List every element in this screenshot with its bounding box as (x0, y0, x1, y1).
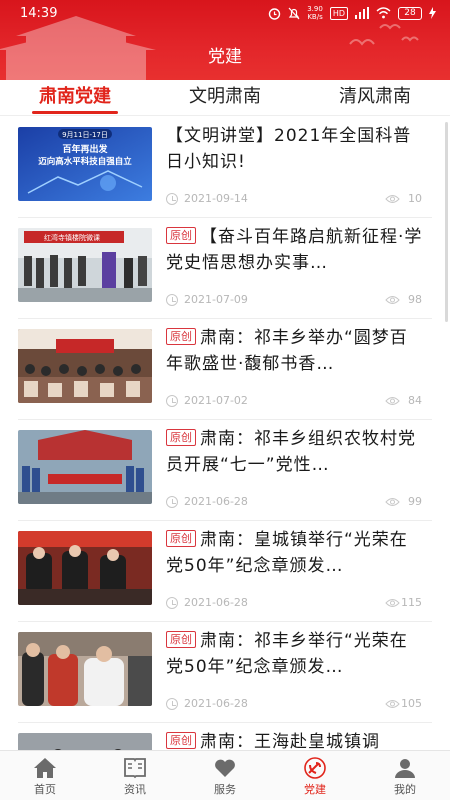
article-title: 原创 肃南：王海赴皇城镇调 (166, 729, 424, 750)
article-item[interactable]: 原创 肃南：祁丰乡举办“圆梦百年歌盛世·馥郁书香… 2021-07-02 84 (18, 319, 432, 420)
nav-label: 服务 (214, 783, 236, 796)
nav-profile[interactable]: 我的 (360, 751, 450, 800)
svg-text:迈向高水平科技自强自立: 迈向高水平科技自强自立 (38, 156, 132, 167)
wifi-icon (376, 7, 391, 19)
bottom-navigation: 首页 资讯 服务 党建 我的 (0, 750, 450, 800)
clock-icon (166, 395, 178, 407)
clock-icon (166, 496, 178, 508)
article-thumbnail (18, 329, 152, 403)
original-tag: 原创 (166, 732, 196, 749)
svg-text:百年再出发: 百年再出发 (62, 143, 108, 155)
clock-icon (166, 294, 178, 306)
article-thumbnail (18, 632, 152, 706)
home-icon (34, 758, 56, 778)
charging-icon (429, 7, 436, 19)
article-date: 2021-09-14 (184, 192, 248, 205)
article-title: 原创 肃南：祁丰乡举行“光荣在党50年”纪念章颁发… (166, 631, 408, 677)
svg-text:9月11日-17日: 9月11日-17日 (62, 131, 108, 139)
page-title: 党建 (208, 47, 242, 67)
article-item[interactable]: 原创 肃南：皇城镇举行“光荣在党50年”纪念章颁发… 2021-06-28 115 (18, 521, 432, 622)
view-count: 98 (408, 293, 422, 306)
article-item[interactable]: 原创 肃南：祁丰乡组织农牧村党员开展“七一”党性… 2021-06-28 99 (18, 420, 432, 521)
mute-icon (288, 7, 300, 19)
nav-label: 首页 (34, 783, 56, 796)
news-icon (124, 758, 146, 779)
network-speed: 3.90 KB/s (307, 5, 323, 21)
eye-icon (385, 195, 400, 203)
article-title: 【文明讲堂】2021年全国科普日小知识! (166, 126, 412, 172)
party-emblem-icon (304, 757, 326, 779)
nav-label: 我的 (394, 783, 416, 796)
svg-text:红湾寺镇楼院微课: 红湾寺镇楼院微课 (44, 233, 100, 242)
nav-news[interactable]: 资讯 (90, 751, 180, 800)
article-date: 2021-07-09 (184, 293, 248, 306)
user-icon (395, 759, 415, 778)
article-title: 原创 肃南：祁丰乡举办“圆梦百年歌盛世·馥郁书香… (166, 328, 408, 374)
article-thumbnail (18, 733, 152, 750)
article-title: 原创 肃南：祁丰乡组织农牧村党员开展“七一”党性… (166, 429, 416, 475)
original-tag: 原创 (166, 328, 196, 345)
alarm-icon (269, 7, 281, 20)
hd-badge: HD (329, 6, 348, 20)
nav-party-building[interactable]: 党建 (270, 751, 360, 800)
article-thumbnail: 红湾寺镇楼院微课 (18, 228, 152, 302)
signal-icon (355, 7, 369, 19)
article-title: 原创 【奋斗百年路启航新征程·学党史悟思想办实事… (166, 227, 423, 273)
status-time: 14:39 (20, 6, 58, 21)
original-tag: 原创 (166, 227, 196, 244)
article-thumbnail (18, 531, 152, 605)
view-count: 10 (408, 192, 422, 205)
eye-icon (385, 397, 400, 405)
battery-indicator: 28 (398, 6, 422, 20)
article-date: 2021-06-28 (184, 495, 248, 508)
scrollbar[interactable] (445, 122, 448, 322)
tab-clean-sunan[interactable]: 清风肃南 (300, 80, 450, 115)
clock-icon (166, 193, 178, 205)
article-thumbnail (18, 430, 152, 504)
article-date: 2021-06-28 (184, 697, 248, 710)
article-item[interactable]: 原创 肃南：王海赴皇城镇调 (18, 723, 432, 750)
nav-label: 资讯 (124, 783, 146, 796)
article-thumbnail: 9月11日-17日 百年再出发 迈向高水平科技自强自立 (18, 127, 152, 201)
status-bar: 14:39 3.90 KB/s HD 28 (0, 0, 450, 28)
article-item[interactable]: 原创 肃南：祁丰乡举行“光荣在党50年”纪念章颁发… 2021-06-28 105 (18, 622, 432, 723)
view-count: 99 (408, 495, 422, 508)
nav-services[interactable]: 服务 (180, 751, 270, 800)
eye-icon (385, 296, 400, 304)
tab-sunan-party-building[interactable]: 肃南党建 (0, 80, 150, 115)
nav-label: 党建 (304, 783, 326, 796)
heart-icon (215, 759, 235, 777)
original-tag: 原创 (166, 631, 196, 648)
article-date: 2021-06-28 (184, 596, 248, 609)
eye-icon (385, 599, 400, 607)
article-date: 2021-07-02 (184, 394, 248, 407)
eye-icon (385, 700, 400, 708)
tab-civilized-sunan[interactable]: 文明肃南 (150, 80, 300, 115)
original-tag: 原创 (166, 530, 196, 547)
category-tabs: 肃南党建 文明肃南 清风肃南 (0, 80, 450, 116)
article-item[interactable]: 红湾寺镇楼院微课 原创 【奋斗百年路启航新征程·学党史悟思想办实事… 2021-0… (18, 218, 432, 319)
original-tag: 原创 (166, 429, 196, 446)
app-header: 14:39 3.90 KB/s HD 28 党建 (0, 0, 450, 80)
view-count: 84 (408, 394, 422, 407)
article-list: 9月11日-17日 百年再出发 迈向高水平科技自强自立 【文明讲堂】2021年全… (0, 117, 450, 750)
view-count: 105 (401, 697, 422, 710)
nav-home[interactable]: 首页 (0, 751, 90, 800)
article-item[interactable]: 9月11日-17日 百年再出发 迈向高水平科技自强自立 【文明讲堂】2021年全… (18, 117, 432, 218)
clock-icon (166, 597, 178, 609)
eye-icon (385, 498, 400, 506)
view-count: 115 (401, 596, 422, 609)
article-title: 原创 肃南：皇城镇举行“光荣在党50年”纪念章颁发… (166, 530, 408, 576)
clock-icon (166, 698, 178, 710)
